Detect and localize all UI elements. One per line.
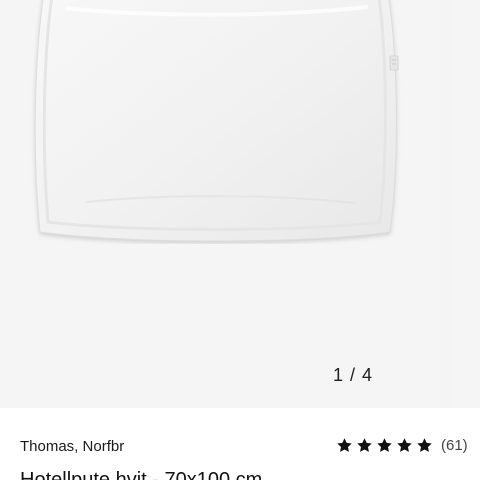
product-image-carousel[interactable]: 1 / 4 — [0, 0, 480, 408]
star-icon — [417, 438, 432, 452]
brand-name[interactable]: Thomas, Norfbr — [20, 438, 124, 455]
product-info: Thomas, Norfbr (61) Hotellpute hvit - 70… — [0, 408, 480, 480]
rating-summary[interactable]: (61) — [336, 437, 468, 454]
star-icon — [397, 438, 412, 452]
star-icon — [377, 438, 392, 452]
next-image-peek[interactable] — [452, 0, 480, 408]
star-icon — [337, 438, 352, 452]
review-count: (61) — [441, 437, 468, 454]
product-image-slide[interactable]: 1 / 4 — [0, 0, 441, 408]
product-title: Hotellpute hvit - 70x100 cm — [20, 469, 263, 480]
star-icon — [357, 438, 372, 452]
pillow-product-image — [34, 0, 399, 242]
product-screen: 1 / 4 Thomas, Norfbr (61) Hotellpute hvi… — [0, 0, 480, 480]
image-counter: 1 / 4 — [332, 365, 373, 385]
